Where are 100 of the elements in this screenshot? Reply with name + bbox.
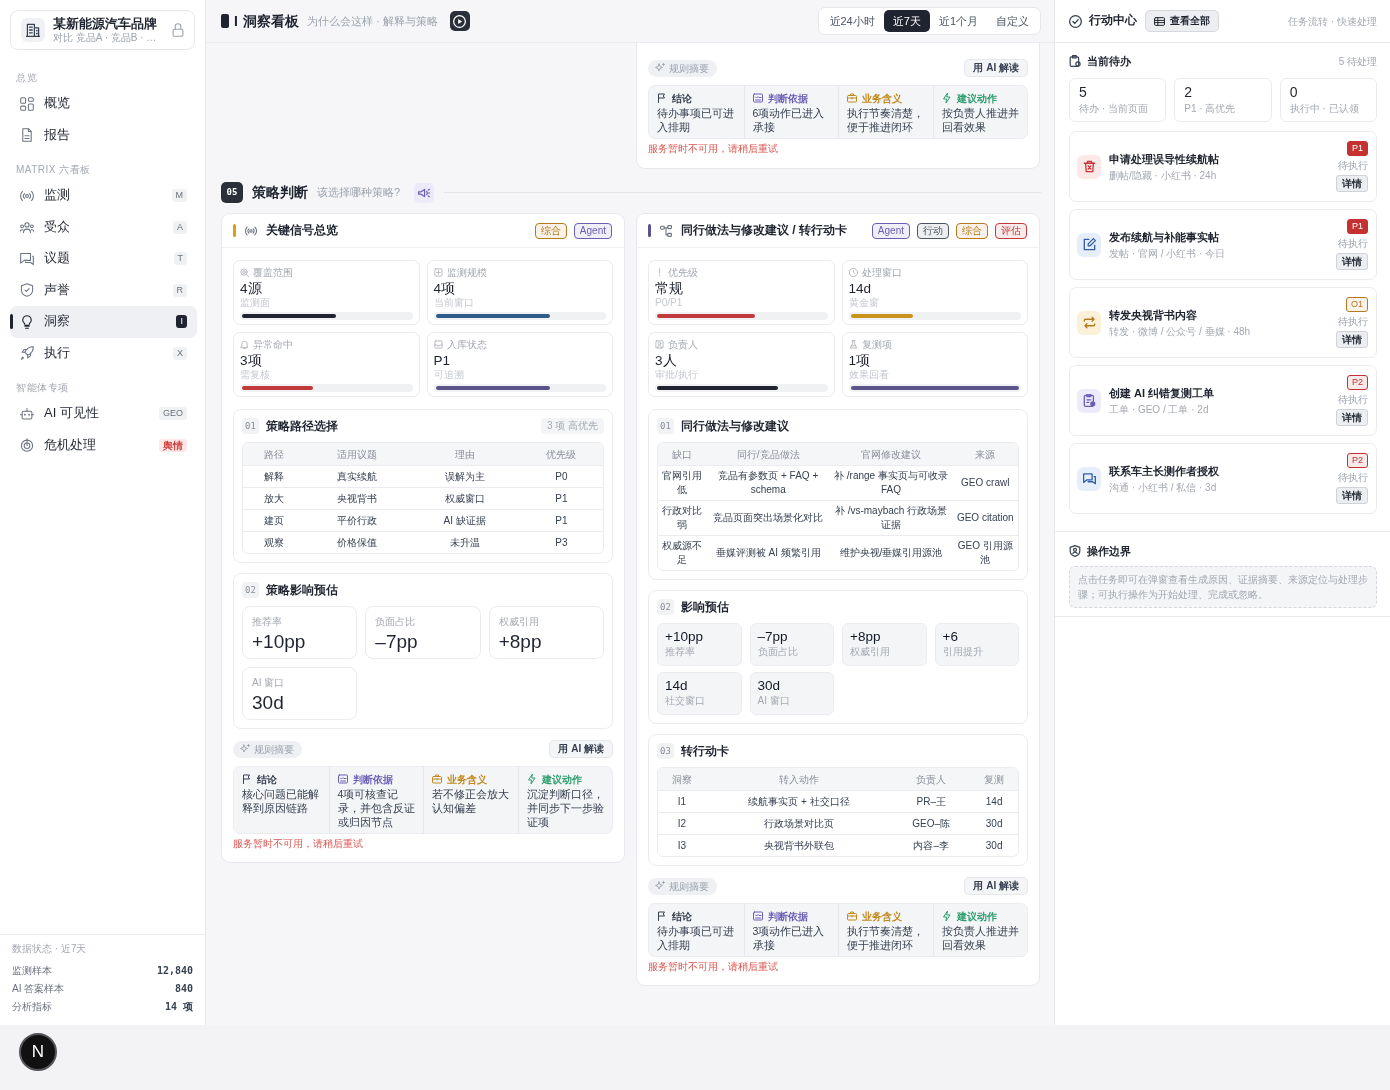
table-cell: 内容–李: [892, 834, 971, 856]
brand-subtitle: 对比 竞品A · 竞品B · …: [53, 31, 158, 44]
nav-item[interactable]: 概览: [10, 88, 197, 120]
task-card[interactable]: 转发央视背书内容 转发 · 微博 / 公众号 / 垂媒 · 48h O1 待执行 详情: [1069, 287, 1377, 358]
table-cell: GEO–陈: [892, 812, 971, 834]
range-tab[interactable]: 近7天: [883, 10, 930, 32]
dev-tools-button[interactable]: N: [19, 1033, 57, 1071]
nav-item[interactable]: 执行 X: [10, 337, 197, 369]
section-title: 策略判断: [252, 183, 308, 202]
range-tab[interactable]: 近24小时: [820, 10, 884, 32]
metric-value: 4源: [240, 280, 263, 297]
shortcut-badge: R: [172, 283, 187, 297]
rocket-icon: [20, 346, 34, 361]
details-button[interactable]: 详情: [1336, 175, 1368, 192]
task-card[interactable]: 申请处理误导性续航帖 删帖/隐藏 · 小红书 · 24h P1 待执行 详情: [1069, 131, 1377, 202]
nav-item[interactable]: AI 可见性 GEO: [10, 398, 197, 430]
lock-icon: [171, 23, 185, 37]
stat-label: 分析指标: [12, 999, 52, 1013]
table-cell: P1: [519, 509, 603, 531]
metric-label: 入库状态: [446, 338, 487, 351]
task-meta: 工单 · GEO / 工单 · 2d: [1109, 402, 1210, 416]
ai-interpret-button[interactable]: 用 AI 解读: [964, 59, 1028, 77]
summary-text: 4项可核查记录，并包含反证或归因节点: [337, 787, 416, 829]
category-tag: Agent: [871, 222, 910, 239]
block-number: 01: [657, 418, 674, 434]
ai-interpret-button[interactable]: 用 AI 解读: [549, 740, 613, 758]
task-card[interactable]: 创建 AI 纠错复测工单 工单 · GEO / 工单 · 2d P2 待执行 详情: [1069, 365, 1377, 436]
summary-heading: 判断依据: [767, 91, 808, 105]
chat-icon: [1077, 466, 1101, 491]
megaphone-icon[interactable]: [414, 182, 435, 203]
task-card[interactable]: 联系车主长测作者授权 沟通 · 小红书 / 私信 · 3d P2 待执行 详情: [1069, 443, 1377, 514]
shield-icon: [1069, 545, 1081, 557]
checklist-icon: [337, 774, 348, 784]
nav-item[interactable]: 议题 T: [10, 243, 197, 275]
nav-section-label: 智能体专项: [15, 381, 70, 395]
table-cell: I3: [658, 834, 706, 856]
view-all-button[interactable]: 查看全部: [1145, 10, 1219, 32]
category-tag: Agent: [573, 222, 612, 239]
estimate-label: AI 窗口: [252, 676, 286, 689]
column-header: 转入动作: [705, 768, 893, 790]
estimate-label: 负面占比: [375, 615, 417, 628]
task-title: 申请处理误导性续航帖: [1109, 151, 1220, 166]
details-button[interactable]: 详情: [1336, 253, 1368, 270]
flag-icon: [657, 93, 667, 103]
block-title: 策略路径选择: [265, 418, 338, 434]
nav-item[interactable]: 受众 A: [10, 211, 197, 243]
details-button[interactable]: 详情: [1336, 331, 1368, 348]
nav-item[interactable]: 监测 M: [10, 180, 197, 212]
summary-heading: 建议动作: [956, 909, 997, 923]
table-cell: 权威窗口: [409, 487, 520, 509]
estimate-value: +8pp: [498, 630, 543, 654]
flask-icon: [848, 340, 858, 349]
priority-badge: P1: [1347, 219, 1368, 234]
block-title: 影响预估: [680, 599, 729, 615]
range-tab[interactable]: 近1个月: [929, 10, 987, 32]
stat-value: 14 项: [164, 999, 193, 1013]
impact-value: +8pp: [850, 629, 882, 645]
column-header: 理由: [409, 443, 520, 465]
priority-badge: P2: [1347, 453, 1368, 468]
impact-label: 权威引用: [850, 645, 891, 659]
title-marker-icon: [221, 14, 229, 28]
shortcut-badge: T: [173, 252, 187, 266]
task-meta: 发帖 · 官网 / 小红书 · 今日: [1109, 246, 1227, 260]
nav-section-label: MATRIX 六看板: [15, 163, 92, 177]
panel-title: 行动中心: [1089, 13, 1137, 29]
metric-label: 异常命中: [253, 338, 293, 351]
brand-card[interactable]: 某新能源汽车品牌 对比 竞品A · 竞品B · …: [10, 10, 195, 50]
nav-item[interactable]: 洞察 I: [10, 306, 197, 338]
task-meta: 转发 · 微博 / 公众号 / 垂媒 · 48h: [1109, 324, 1252, 338]
summary-text: 执行节奏清楚，便于推进闭环: [847, 106, 925, 134]
play-button[interactable]: [449, 11, 470, 31]
stat-label: AI 答案样本: [12, 981, 65, 995]
table-cell: 行政场景对比页: [705, 812, 893, 834]
details-button[interactable]: 详情: [1336, 487, 1368, 504]
task-status: 待执行: [1338, 471, 1368, 484]
summary-heading: 建议动作: [541, 772, 582, 786]
table-cell: 竞品页面突出场景化对比: [706, 500, 830, 535]
column-header: 优先级: [519, 443, 603, 465]
shortcut-badge: X: [173, 346, 187, 360]
nav-item[interactable]: 报告: [10, 119, 197, 151]
ai-interpret-button[interactable]: 用 AI 解读: [964, 877, 1028, 895]
inbox-icon: [433, 340, 443, 349]
estimate-value: –7pp: [375, 630, 419, 654]
summary-heading: 业务含义: [862, 91, 902, 105]
metric-value: P1: [433, 352, 451, 369]
priority-badge: P2: [1347, 375, 1368, 390]
nav-item[interactable]: 危机处理 舆情: [10, 429, 197, 461]
block-title: 转行动卡: [680, 743, 729, 759]
error-message: 服务暂时不可用，请稍后重试: [233, 837, 364, 851]
task-card[interactable]: 发布续航与补能事实帖 发帖 · 官网 / 小红书 · 今日 P1 待执行 详情: [1069, 209, 1377, 280]
details-button[interactable]: 详情: [1336, 409, 1368, 426]
table-cell: GEO crawl: [952, 465, 1018, 500]
table-cell: 建页: [243, 509, 305, 531]
range-tab[interactable]: 自定义: [987, 10, 1038, 32]
category-tag: 评估: [995, 222, 1027, 239]
summary-text: 3项动作已进入承接: [752, 924, 826, 952]
nav-item[interactable]: 声誉 R: [10, 274, 197, 306]
error-message: 服务暂时不可用，请稍后重试: [648, 142, 779, 156]
metric-value: 14d: [848, 280, 873, 297]
block-number: 02: [657, 599, 674, 615]
